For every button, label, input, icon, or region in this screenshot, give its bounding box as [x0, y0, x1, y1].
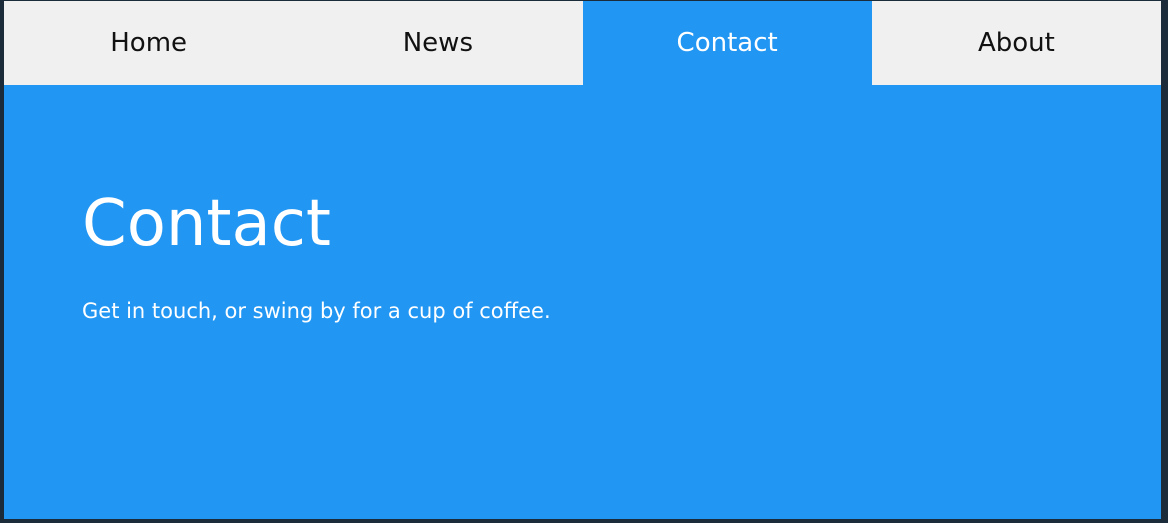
page-title: Contact: [82, 187, 331, 261]
tab-bar: Home News Contact About: [4, 1, 1161, 85]
page-description: Get in touch, or swing by for a cup of c…: [82, 299, 551, 324]
tab-contact[interactable]: Contact: [582, 1, 872, 85]
tab-about[interactable]: About: [871, 1, 1161, 85]
tab-content-panel: Contact Get in touch, or swing by for a …: [4, 85, 1161, 324]
tab-news[interactable]: News: [293, 1, 583, 85]
tab-home[interactable]: Home: [4, 1, 294, 85]
tab-window: Home News Contact About Contact Get in t…: [4, 1, 1161, 519]
